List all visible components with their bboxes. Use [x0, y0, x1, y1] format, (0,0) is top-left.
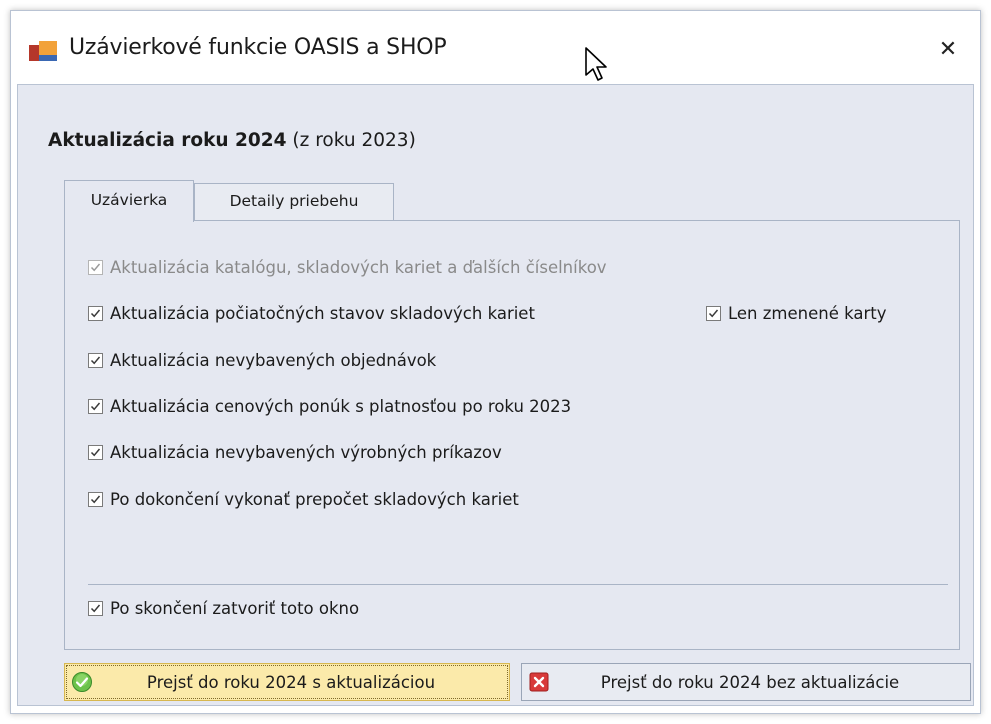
checkbox[interactable]: [88, 491, 103, 507]
option-label: Po skončení zatvoriť toto okno: [110, 598, 360, 618]
go-without-update-button[interactable]: Prejsť do roku 2024 bez aktualizácie: [521, 663, 971, 701]
option-label: Len zmenené karty: [728, 303, 887, 323]
heading-year: Aktualizácia roku 2024: [48, 130, 287, 151]
green-check-circle-icon: [72, 672, 92, 692]
red-x-icon: [529, 672, 549, 692]
checkbox[interactable]: [706, 305, 721, 321]
title-bar[interactable]: Uzávierkové funkcie OASIS a SHOP ✕: [11, 11, 980, 83]
checkbox[interactable]: [88, 305, 103, 321]
button-label: Prejsť do roku 2024 bez aktualizácie: [600, 672, 900, 692]
option-close-window-after[interactable]: Po skončení zatvoriť toto okno: [88, 596, 359, 620]
checkbox[interactable]: [88, 398, 103, 414]
heading-source-year: (z roku 2023): [286, 130, 416, 151]
option-label: Aktualizácia katalógu, skladových kariet…: [110, 257, 607, 277]
checkbox[interactable]: [88, 259, 103, 275]
section-heading: Aktualizácia roku 2024 (z roku 2023): [48, 130, 416, 151]
button-label: Prejsť do roku 2024 s aktualizáciou: [146, 672, 436, 692]
checkbox[interactable]: [88, 600, 103, 616]
tab-detaily-priebehu[interactable]: Detaily priebehu: [194, 183, 394, 220]
option-recalculate-stock-cards[interactable]: Po dokončení vykonať prepočet skladových…: [88, 487, 519, 511]
go-with-update-button[interactable]: Prejsť do roku 2024 s aktualizáciou: [64, 663, 510, 701]
option-label: Aktualizácia počiatočných stavov skladov…: [110, 303, 535, 323]
option-label: Aktualizácia nevybavených výrobných prík…: [110, 442, 502, 462]
oasis-logo-icon: [29, 41, 57, 61]
mouse-cursor-icon: [585, 47, 607, 81]
option-label: Aktualizácia cenových ponúk s platnosťou…: [110, 396, 572, 416]
checkbox[interactable]: [88, 444, 103, 460]
tab-uzavierka[interactable]: Uzávierka: [64, 180, 194, 222]
option-changed-cards-only[interactable]: Len zmenené karty: [706, 301, 887, 325]
window-title: Uzávierkové funkcie OASIS a SHOP: [69, 35, 447, 60]
option-catalog-update[interactable]: Aktualizácia katalógu, skladových kariet…: [88, 255, 607, 279]
tab-panel-uzavierka: Aktualizácia katalógu, skladových kariet…: [64, 220, 960, 650]
option-initial-stock-update[interactable]: Aktualizácia počiatočných stavov skladov…: [88, 301, 535, 325]
close-button[interactable]: ✕: [933, 35, 963, 65]
dialog-body: Aktualizácia roku 2024 (z roku 2023) Uzá…: [17, 84, 974, 706]
dialog-window: Uzávierkové funkcie OASIS a SHOP ✕ Aktua…: [10, 10, 981, 714]
option-price-offers-update[interactable]: Aktualizácia cenových ponúk s platnosťou…: [88, 394, 571, 418]
option-production-orders-update[interactable]: Aktualizácia nevybavených výrobných prík…: [88, 440, 502, 464]
checkbox[interactable]: [88, 352, 103, 368]
option-label: Po dokončení vykonať prepočet skladových…: [110, 489, 519, 509]
option-open-orders-update[interactable]: Aktualizácia nevybavených objednávok: [88, 348, 436, 372]
divider: [88, 584, 948, 585]
option-label: Aktualizácia nevybavených objednávok: [110, 350, 437, 370]
